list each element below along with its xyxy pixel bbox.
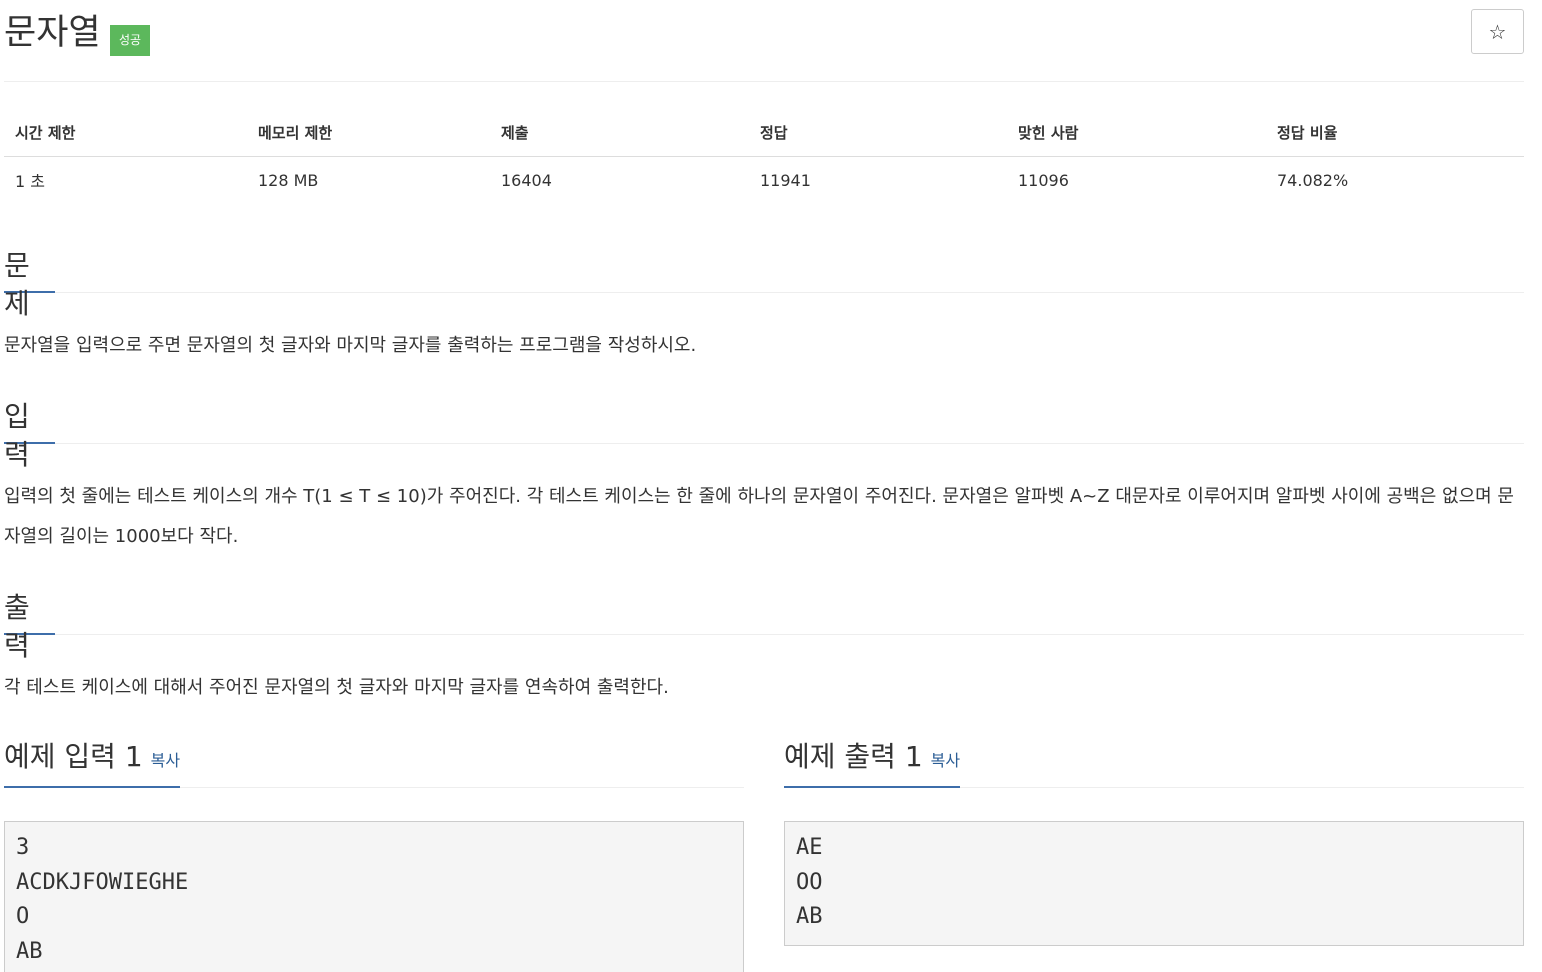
header-solved-users: 맞힌 사람 xyxy=(1007,110,1266,157)
input-heading-text: 입력 xyxy=(4,398,55,471)
copy-sample-output-link[interactable]: 복사 xyxy=(931,751,960,770)
sample-input-heading: 예제 입력 1 복사 xyxy=(4,732,744,788)
input-description: 입력의 첫 줄에는 테스트 케이스의 개수 T(1 ≤ T ≤ 10)가 주어진… xyxy=(4,486,1514,547)
header-time-limit: 시간 제한 xyxy=(4,110,247,157)
problem-heading-text: 문제 xyxy=(4,247,55,320)
value-memory-limit: 128 MB xyxy=(258,170,319,190)
value-accept-ratio: 74.082% xyxy=(1277,170,1349,190)
value-accepted: 11941 xyxy=(760,170,811,190)
copy-sample-input-link[interactable]: 복사 xyxy=(151,751,180,770)
info-table-row: 1 초 128 MB 16404 11941 11096 74.082% xyxy=(4,156,1524,204)
section-problem-heading: 문제 xyxy=(4,247,1524,320)
sample-output-heading: 예제 출력 1 복사 xyxy=(784,732,1524,788)
sample-input-box[interactable]: 3 ACDKJFOWIEGHE O AB xyxy=(4,821,744,972)
header-accepted: 정답 xyxy=(749,110,1007,157)
problem-title: 문자열 xyxy=(4,13,101,53)
sample-output-title: 예제 출력 1 xyxy=(784,740,923,773)
problem-page: 문자열 성공 ☆ 시간 제한 메모리 제한 제출 정답 맞힌 사람 정답 비율 … xyxy=(0,0,1542,972)
problem-header: 문자열 성공 ☆ xyxy=(4,6,1524,82)
header-accept-ratio: 정답 비율 xyxy=(1266,110,1524,157)
header-submissions: 제출 xyxy=(490,110,749,157)
header-memory-limit: 메모리 제한 xyxy=(247,110,490,157)
sample-output-heading-wrap: 예제 출력 1 복사 xyxy=(784,732,961,788)
sample-input-heading-wrap: 예제 입력 1 복사 xyxy=(4,732,181,788)
output-heading-text: 출력 xyxy=(4,589,55,662)
value-solved-users: 11096 xyxy=(1018,170,1069,190)
star-outline-icon: ☆ xyxy=(1488,19,1507,44)
output-description: 각 테스트 케이스에 대해서 주어진 문자열의 첫 글자와 마지막 글자를 연속… xyxy=(4,677,669,698)
problem-info-table: 시간 제한 메모리 제한 제출 정답 맞힌 사람 정답 비율 1 초 128 M… xyxy=(4,110,1524,204)
value-time-limit: 1 초 xyxy=(15,172,45,192)
sample-output-box[interactable]: AE OO AB xyxy=(784,821,1524,946)
status-badge: 성공 xyxy=(110,25,151,56)
sample-input-title: 예제 입력 1 xyxy=(4,740,143,773)
info-table-header-row: 시간 제한 메모리 제한 제출 정답 맞힌 사람 정답 비율 xyxy=(4,110,1524,157)
section-output-heading: 출력 xyxy=(4,589,1524,662)
value-submissions: 16404 xyxy=(501,170,552,190)
problem-description: 문자열을 입력으로 주면 문자열의 첫 글자와 마지막 글자를 출력하는 프로그… xyxy=(4,335,697,356)
star-button[interactable]: ☆ xyxy=(1471,9,1524,54)
section-input-heading: 입력 xyxy=(4,398,1524,471)
